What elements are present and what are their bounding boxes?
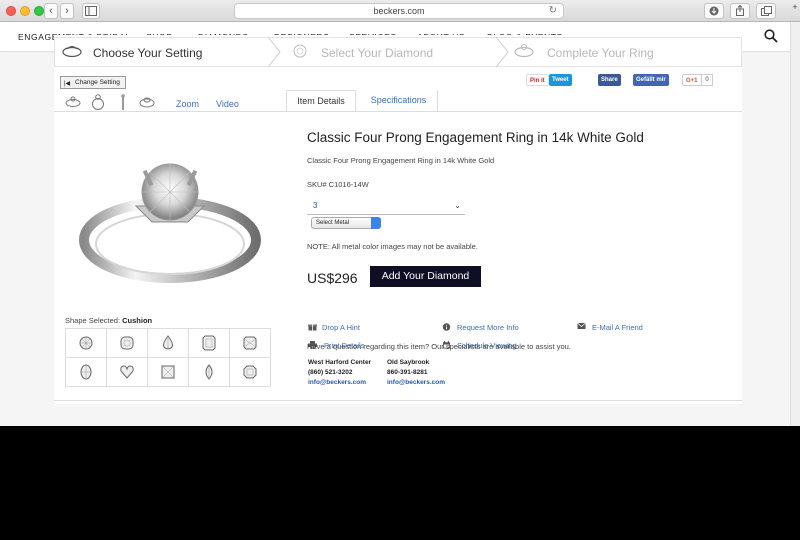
ring-top-view-thumbnail[interactable] bbox=[138, 93, 156, 111]
back-arrow-icon[interactable]: ‹ bbox=[44, 3, 58, 19]
tab-specifications[interactable]: Specifications bbox=[360, 90, 438, 111]
tab-divider bbox=[54, 111, 742, 112]
step-label: Complete Your Ring bbox=[547, 46, 654, 60]
select-arrows-icon bbox=[371, 217, 381, 229]
round-diamond-icon bbox=[79, 336, 93, 350]
ring-size-value: 3 bbox=[313, 201, 318, 210]
diamond-icon bbox=[293, 44, 307, 58]
oval-diamond-icon bbox=[80, 364, 92, 380]
minimize-window-button[interactable] bbox=[20, 6, 30, 16]
info-icon bbox=[442, 323, 451, 331]
skip-back-icon: |◀ bbox=[64, 81, 71, 87]
product-subtitle: Classic Four Prong Engagement Ring in 14… bbox=[307, 156, 495, 165]
drop-hint-link[interactable]: Drop A Hint bbox=[322, 323, 360, 332]
zoom-link[interactable]: Zoom bbox=[176, 99, 199, 109]
ring-builder-steps: Choose Your Setting Select Your Diamond … bbox=[54, 37, 742, 67]
complete-ring-icon bbox=[514, 44, 534, 58]
shape-cushion[interactable] bbox=[107, 329, 148, 358]
google-plus-count: 0 bbox=[701, 74, 713, 86]
email-friend-link[interactable]: E-Mail A Friend bbox=[592, 323, 643, 332]
pear-diamond-icon bbox=[163, 335, 173, 350]
url-bar[interactable]: beckers.com ↻ bbox=[234, 3, 564, 19]
store-name: Old Saybrook bbox=[387, 359, 430, 366]
heart-diamond-icon bbox=[120, 365, 134, 379]
google-plus-button[interactable]: G+1 bbox=[682, 74, 702, 86]
zoom-window-button[interactable] bbox=[34, 6, 44, 16]
shape-emerald[interactable] bbox=[189, 329, 230, 358]
step-label: Select Your Diamond bbox=[321, 46, 434, 60]
video-link[interactable]: Video bbox=[216, 99, 239, 109]
contact-question-text: Have a question regarding this item? Our… bbox=[307, 342, 571, 351]
asscher-diamond-icon bbox=[243, 365, 257, 379]
gift-icon bbox=[308, 324, 317, 331]
tabs-overview-icon[interactable] bbox=[756, 3, 776, 19]
store-email-link[interactable]: info@beckers.com bbox=[308, 379, 366, 386]
step-divider-icon bbox=[495, 37, 509, 67]
shape-selected-label: Shape Selected: Cushion bbox=[65, 316, 152, 325]
add-your-diamond-button[interactable]: Add Your Diamond bbox=[370, 266, 481, 287]
close-window-button[interactable] bbox=[6, 6, 16, 16]
ring-front-view-thumbnail[interactable] bbox=[89, 93, 107, 111]
step-select-diamond[interactable]: Select Your Diamond bbox=[283, 38, 497, 66]
emerald-diamond-icon bbox=[202, 335, 216, 351]
metal-select[interactable]: Select Metal bbox=[311, 217, 381, 229]
step-complete-ring[interactable]: Complete Your Ring bbox=[509, 38, 741, 66]
chevron-down-icon: ⌄ bbox=[454, 201, 461, 210]
change-setting-label: Change Setting bbox=[75, 79, 120, 86]
metal-color-note: NOTE: All metal color images may not be … bbox=[307, 242, 478, 251]
store-phone[interactable]: 860-391-8281 bbox=[387, 369, 427, 376]
radiant-diamond-icon bbox=[243, 336, 257, 350]
content-divider bbox=[54, 400, 742, 401]
shape-oval[interactable] bbox=[66, 358, 107, 387]
sidebar-icon[interactable] bbox=[82, 3, 100, 19]
browser-toolbar: ‹ › beckers.com ↻ + bbox=[0, 0, 800, 22]
shape-heart[interactable] bbox=[107, 358, 148, 387]
shape-selected-value: Cushion bbox=[122, 316, 153, 325]
store-name: West Harford Center bbox=[308, 359, 372, 366]
princess-diamond-icon bbox=[161, 365, 175, 379]
shape-radiant[interactable] bbox=[230, 329, 271, 358]
store-email-link[interactable]: info@beckers.com bbox=[387, 379, 445, 386]
search-icon[interactable] bbox=[764, 29, 778, 43]
metal-select-label: Select Metal bbox=[316, 220, 350, 226]
shape-asscher[interactable] bbox=[230, 358, 271, 387]
change-setting-button[interactable]: |◀ Change Setting bbox=[60, 76, 126, 89]
ring-setting-icon bbox=[62, 46, 82, 58]
facebook-share-button[interactable]: Share bbox=[598, 74, 621, 86]
step-label: Choose Your Setting bbox=[93, 46, 203, 60]
step-divider-icon bbox=[267, 37, 281, 67]
pinterest-pin-button[interactable]: Pin it bbox=[526, 74, 549, 86]
cushion-diamond-icon bbox=[120, 336, 134, 350]
product-price: US$296 bbox=[307, 270, 358, 286]
ring-profile-view-thumbnail[interactable] bbox=[114, 93, 132, 111]
reload-icon[interactable]: ↻ bbox=[549, 4, 557, 18]
shape-round[interactable] bbox=[66, 329, 107, 358]
request-more-info-link[interactable]: Request More Info bbox=[457, 323, 519, 332]
new-tab-icon[interactable]: + bbox=[790, 2, 800, 12]
tweet-button[interactable]: Tweet bbox=[549, 74, 572, 86]
ring-side-view-thumbnail[interactable] bbox=[64, 93, 82, 111]
page-scrollbar[interactable] bbox=[790, 22, 800, 426]
shape-pear[interactable] bbox=[148, 329, 189, 358]
share-icon[interactable] bbox=[730, 3, 750, 19]
facebook-like-button[interactable]: Gefällt mir bbox=[633, 74, 669, 86]
forward-arrow-icon[interactable]: › bbox=[60, 3, 74, 19]
step-choose-setting[interactable]: Choose Your Setting bbox=[55, 38, 273, 66]
marquise-diamond-icon bbox=[205, 364, 213, 380]
ring-product-image bbox=[79, 163, 261, 283]
diamond-shape-grid bbox=[65, 328, 271, 388]
envelope-icon bbox=[577, 322, 586, 329]
product-title: Classic Four Prong Engagement Ring in 14… bbox=[307, 130, 644, 145]
tab-item-details[interactable]: Item Details bbox=[286, 90, 356, 111]
ring-size-select[interactable]: 3 ⌄ bbox=[307, 198, 465, 215]
download-icon[interactable] bbox=[704, 3, 724, 19]
url-text: beckers.com bbox=[373, 6, 425, 16]
shape-selected-prefix: Shape Selected: bbox=[65, 316, 121, 325]
shape-marquise[interactable] bbox=[189, 358, 230, 387]
shape-princess[interactable] bbox=[148, 358, 189, 387]
store-phone[interactable]: (860) 521-3202 bbox=[308, 369, 352, 376]
page: ‹ › beckers.com ↻ + ENGAGEMENT & BRIDAL … bbox=[0, 0, 800, 540]
product-sku: SKU# C1016-14W bbox=[307, 180, 369, 189]
